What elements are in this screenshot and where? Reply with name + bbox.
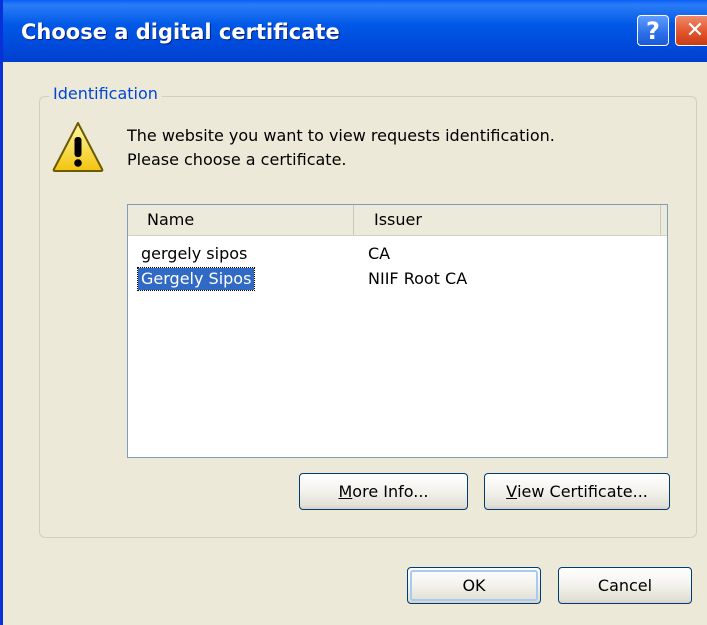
list-header: Name Issuer [128, 205, 667, 236]
ok-button[interactable]: OK [407, 567, 541, 604]
dialog-title: Choose a digital certificate [21, 20, 340, 44]
more-info-mnemonic: M [338, 482, 353, 501]
column-header-name[interactable]: Name [128, 205, 354, 235]
certificate-row[interactable]: gergely sipos CA [128, 243, 667, 266]
certificate-issuer: NIIF Root CA [368, 269, 468, 288]
column-header-issuer[interactable]: Issuer [355, 205, 661, 235]
close-button[interactable]: ✕ [675, 15, 707, 46]
close-icon: ✕ [685, 18, 705, 43]
certificate-list[interactable]: Name Issuer gergely sipos CA Gergely Sip… [127, 204, 668, 458]
message-line-2: Please choose a certificate. [127, 150, 347, 169]
warning-icon [52, 122, 104, 172]
view-certificate-button[interactable]: View Certificate... [484, 473, 670, 510]
view-certificate-mnemonic: V [506, 482, 518, 501]
certificate-name: Gergely Sipos [136, 267, 256, 291]
message-line-1: The website you want to view requests id… [127, 126, 555, 145]
cancel-button[interactable]: Cancel [558, 567, 692, 604]
view-certificate-label: iew Certificate... [517, 482, 648, 501]
certificate-dialog: Choose a digital certificate ? ✕ Identif… [0, 0, 707, 625]
certificate-name: gergely sipos [141, 244, 248, 263]
more-info-button[interactable]: More Info... [299, 473, 468, 510]
help-icon: ? [646, 16, 660, 45]
certificate-issuer: CA [368, 244, 391, 263]
more-info-label: ore Info... [352, 482, 429, 501]
identification-message: The website you want to view requests id… [127, 124, 555, 172]
certificate-row-selected[interactable]: Gergely Sipos NIIF Root CA [128, 267, 667, 291]
title-bar[interactable]: Choose a digital certificate ? ✕ [3, 0, 707, 62]
help-button[interactable]: ? [637, 15, 669, 46]
ok-label: OK [462, 576, 486, 595]
cancel-label: Cancel [597, 576, 653, 595]
group-label: Identification [49, 84, 162, 103]
